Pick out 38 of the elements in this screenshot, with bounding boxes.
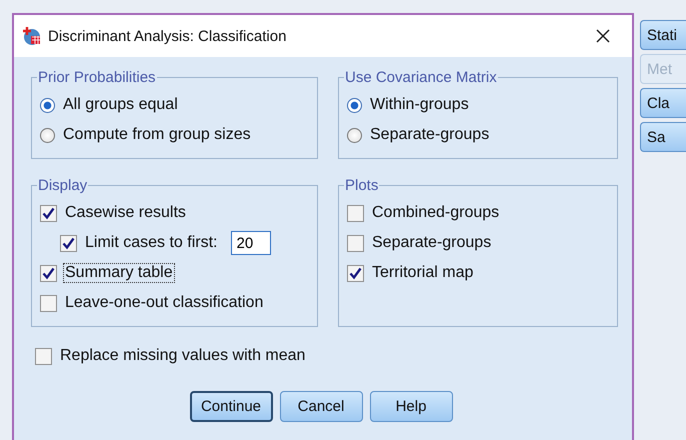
checkbox-label[interactable]: Territorial map	[370, 263, 476, 283]
dialog-button[interactable]: Continue	[190, 391, 272, 422]
radio-label[interactable]: Compute from group sizes	[61, 125, 253, 145]
checkbox-label[interactable]: Leave-one-out classification	[63, 293, 266, 313]
close-icon[interactable]	[596, 29, 610, 43]
window-title: Discriminant Analysis: Classification	[48, 28, 288, 44]
checkbox[interactable]	[347, 234, 364, 252]
radio-button[interactable]	[347, 128, 362, 142]
checkbox[interactable]	[347, 264, 364, 282]
group-title: Display	[37, 177, 88, 194]
side-button[interactable]: Stati	[640, 20, 686, 50]
checkbox[interactable]	[35, 348, 52, 364]
dialog-button[interactable]: Cancel	[280, 391, 362, 422]
checkbox[interactable]	[347, 204, 364, 222]
checkbox-label[interactable]: Casewise results	[63, 203, 188, 223]
checkbox[interactable]	[40, 294, 57, 312]
radio-label[interactable]: Within-groups	[368, 95, 471, 115]
number-field[interactable]: 20	[231, 231, 272, 255]
group-title: Plots	[344, 177, 380, 194]
radio-button[interactable]	[40, 98, 55, 112]
checkbox-label[interactable]: Replace missing values with mean	[58, 346, 308, 366]
checkbox[interactable]	[40, 204, 57, 222]
group-title: Prior Probabilities	[37, 69, 157, 86]
checkbox-label[interactable]: Summary table	[63, 263, 175, 283]
radio-button[interactable]	[40, 128, 55, 142]
checkbox-label[interactable]: Separate-groups	[370, 233, 494, 253]
group-title: Use Covariance Matrix	[344, 69, 498, 86]
app-icon	[22, 26, 42, 46]
radio-button[interactable]	[347, 98, 362, 112]
checkbox-label[interactable]: Limit cases to first:	[83, 233, 220, 253]
checkbox-label[interactable]: Combined-groups	[370, 203, 502, 223]
radio-label[interactable]: All groups equal	[61, 95, 180, 115]
side-button[interactable]: Cla	[640, 88, 686, 118]
checkbox[interactable]	[40, 264, 57, 282]
checkbox[interactable]	[60, 234, 77, 252]
radio-label[interactable]: Separate-groups	[368, 125, 492, 145]
dialog-button[interactable]: Help	[370, 391, 452, 422]
side-button[interactable]: Sa	[640, 122, 686, 152]
